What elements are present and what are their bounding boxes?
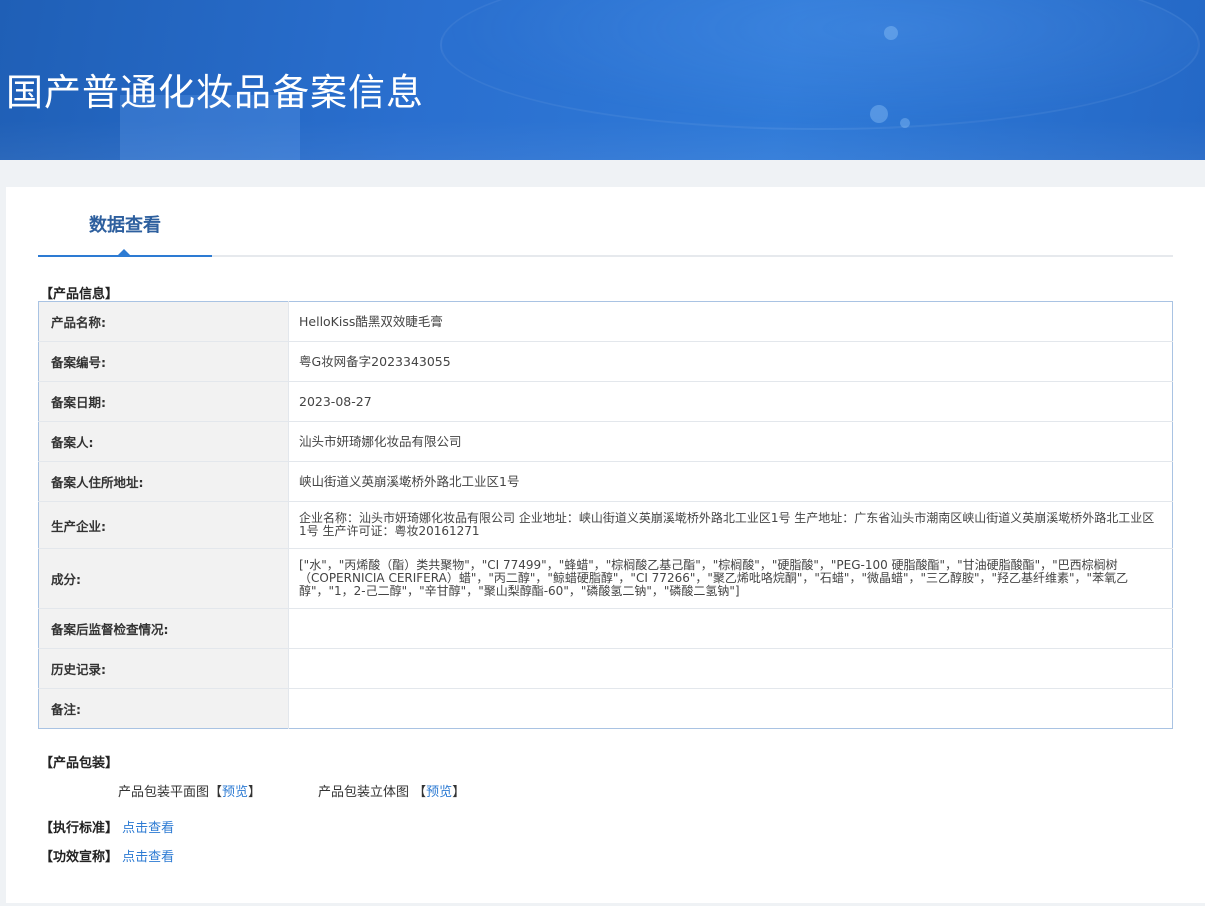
row-key: 历史记录: — [38, 648, 289, 689]
row-key: 备案人: — [38, 421, 289, 462]
row-key: 产品名称: — [38, 301, 289, 342]
row-key: 生产企业: — [38, 501, 289, 549]
banner-decoration — [0, 120, 1205, 160]
tab-data-view[interactable]: 数据查看 — [38, 213, 212, 257]
efficacy-row: 【功效宣称】 点击查看 — [40, 846, 174, 865]
packaging-solid-preview-link[interactable]: 预览 — [426, 785, 452, 800]
header-banner: 国产普通化妆品备案信息 — [0, 0, 1205, 160]
standard-row: 【执行标准】 点击查看 — [40, 817, 174, 836]
row-value: 2023-08-27 — [288, 381, 1173, 422]
row-key: 备案日期: — [38, 381, 289, 422]
table-row: 备案日期: 2023-08-27 — [38, 381, 1173, 422]
page-title: 国产普通化妆品备案信息 — [6, 71, 424, 114]
packaging-section-label: 【产品包装】 — [40, 756, 119, 771]
banner-decoration — [884, 26, 898, 40]
row-key: 成分: — [38, 548, 289, 609]
banner-decoration — [870, 105, 888, 123]
table-row: 备案人住所地址: 峡山街道义英崩溪墘桥外路北工业区1号 — [38, 461, 1173, 502]
row-value: 粤G妆网备字2023343055 — [288, 341, 1173, 382]
standard-view-link[interactable]: 点击查看 — [122, 821, 174, 836]
table-row: 备案人: 汕头市妍琦娜化妆品有限公司 — [38, 421, 1173, 462]
product-info-section-label: 【产品信息】 — [40, 287, 119, 302]
bracket: 【 — [413, 785, 427, 800]
product-info-table: 产品名称: HelloKiss酷黑双效睫毛膏 备案编号: 粤G妆网备字20233… — [38, 301, 1173, 729]
row-key: 备案编号: — [38, 341, 289, 382]
bracket: 】 — [452, 785, 466, 800]
row-value: HelloKiss酷黑双效睫毛膏 — [288, 301, 1173, 342]
row-key: 备注: — [38, 688, 289, 729]
table-row: 历史记录: — [38, 648, 1173, 689]
tab-label: 数据查看 — [89, 215, 161, 236]
row-value: 峡山街道义英崩溪墘桥外路北工业区1号 — [288, 461, 1173, 502]
efficacy-view-link[interactable]: 点击查看 — [122, 850, 174, 865]
banner-decoration — [440, 0, 1200, 130]
row-value: ["水"，"丙烯酸（酯）类共聚物"，"CI 77499"，"蜂蜡"，"棕榈酸乙基… — [288, 548, 1173, 609]
row-value: 企业名称：汕头市妍琦娜化妆品有限公司 企业地址：峡山街道义英崩溪墘桥外路北工业区… — [288, 501, 1173, 549]
row-value — [289, 689, 1173, 729]
table-row: 成分: ["水"，"丙烯酸（酯）类共聚物"，"CI 77499"，"蜂蜡"，"棕… — [38, 548, 1173, 609]
table-row: 产品名称: HelloKiss酷黑双效睫毛膏 — [38, 301, 1173, 342]
packaging-solid-label: 产品包装立体图 — [318, 785, 410, 800]
tab-active-indicator-icon — [117, 249, 131, 256]
banner-decoration — [900, 118, 910, 128]
table-row: 备注: — [38, 688, 1173, 729]
efficacy-label: 【功效宣称】 — [40, 850, 119, 865]
bracket: 】 — [248, 785, 262, 800]
table-row: 备案后监督检查情况: — [38, 608, 1173, 649]
row-value — [288, 648, 1173, 689]
packaging-flat-preview-link[interactable]: 预览 — [222, 785, 248, 800]
row-value: 汕头市妍琦娜化妆品有限公司 — [288, 421, 1173, 462]
row-key: 备案人住所地址: — [38, 461, 289, 502]
packaging-solid-item: 产品包装立体图 【预览】 — [318, 781, 465, 800]
packaging-flat-item: 产品包装平面图【预览】 — [118, 781, 261, 800]
packaging-flat-label: 产品包装平面图 — [118, 785, 210, 800]
row-value — [288, 608, 1173, 649]
table-row: 备案编号: 粤G妆网备字2023343055 — [38, 341, 1173, 382]
table-row: 生产企业: 企业名称：汕头市妍琦娜化妆品有限公司 企业地址：峡山街道义英崩溪墘桥… — [38, 501, 1173, 549]
row-key: 备案后监督检查情况: — [38, 608, 289, 649]
content-card: 数据查看 【产品信息】 产品名称: HelloKiss酷黑双效睫毛膏 备案编号:… — [6, 187, 1205, 903]
bracket: 【 — [209, 785, 223, 800]
standard-label: 【执行标准】 — [40, 821, 119, 836]
